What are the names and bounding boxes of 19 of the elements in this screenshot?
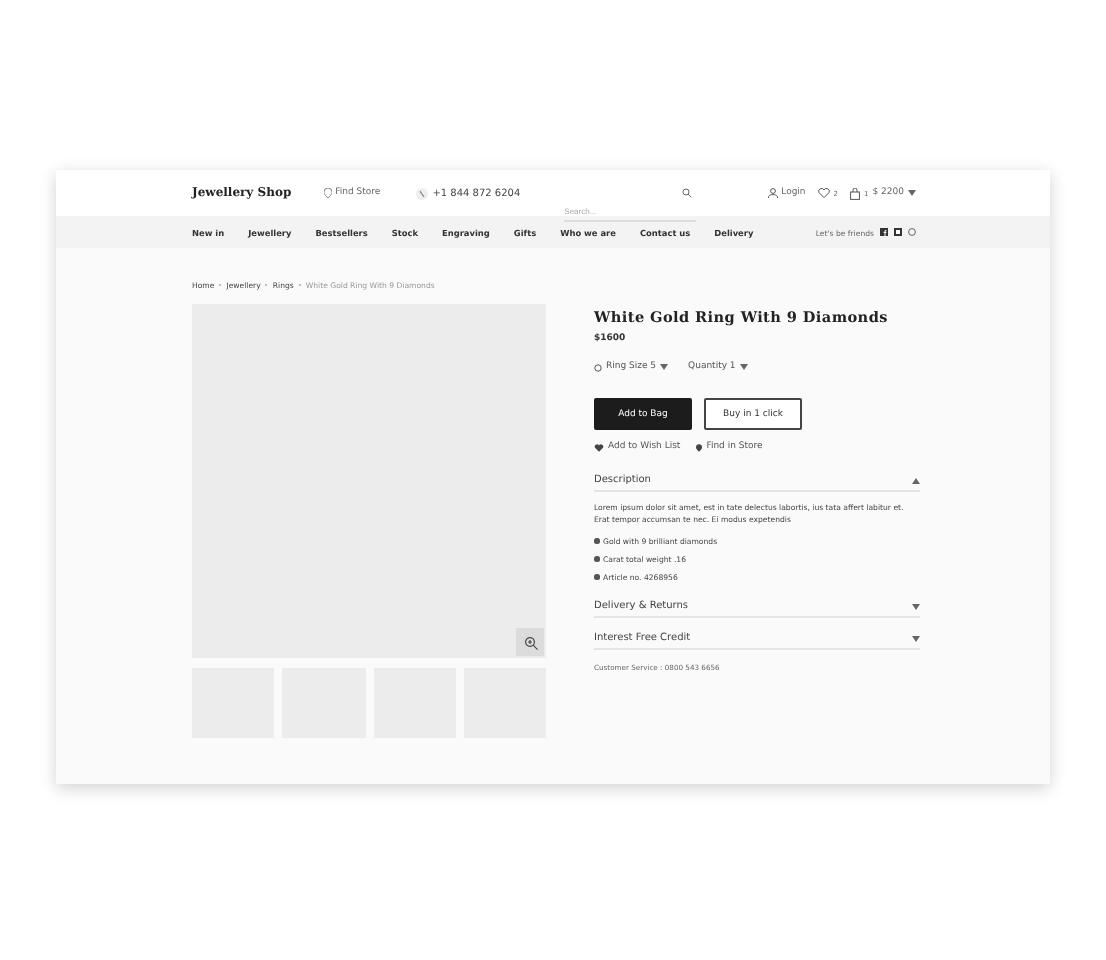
- caret-icon: [912, 635, 920, 641]
- search-icon: [682, 188, 693, 198]
- pin-icon: [696, 443, 703, 451]
- caret-icon: [660, 364, 669, 370]
- heart-icon: [594, 443, 604, 451]
- ring-icon: [594, 363, 602, 371]
- user-icon: [767, 188, 778, 198]
- caret-icon: [912, 603, 920, 609]
- caret-icon: [908, 190, 916, 196]
- zoom-in-icon: [523, 635, 537, 649]
- bag-icon: [850, 187, 861, 199]
- caret-icon: [912, 477, 920, 483]
- circle-social-icon[interactable]: [908, 228, 916, 236]
- caret-icon: [739, 364, 748, 370]
- pin-icon: [323, 188, 332, 198]
- square-social-icon[interactable]: [894, 228, 902, 236]
- zoom-button[interactable]: [516, 628, 544, 656]
- heart-icon: [817, 188, 830, 198]
- facebook-icon[interactable]: [880, 228, 888, 236]
